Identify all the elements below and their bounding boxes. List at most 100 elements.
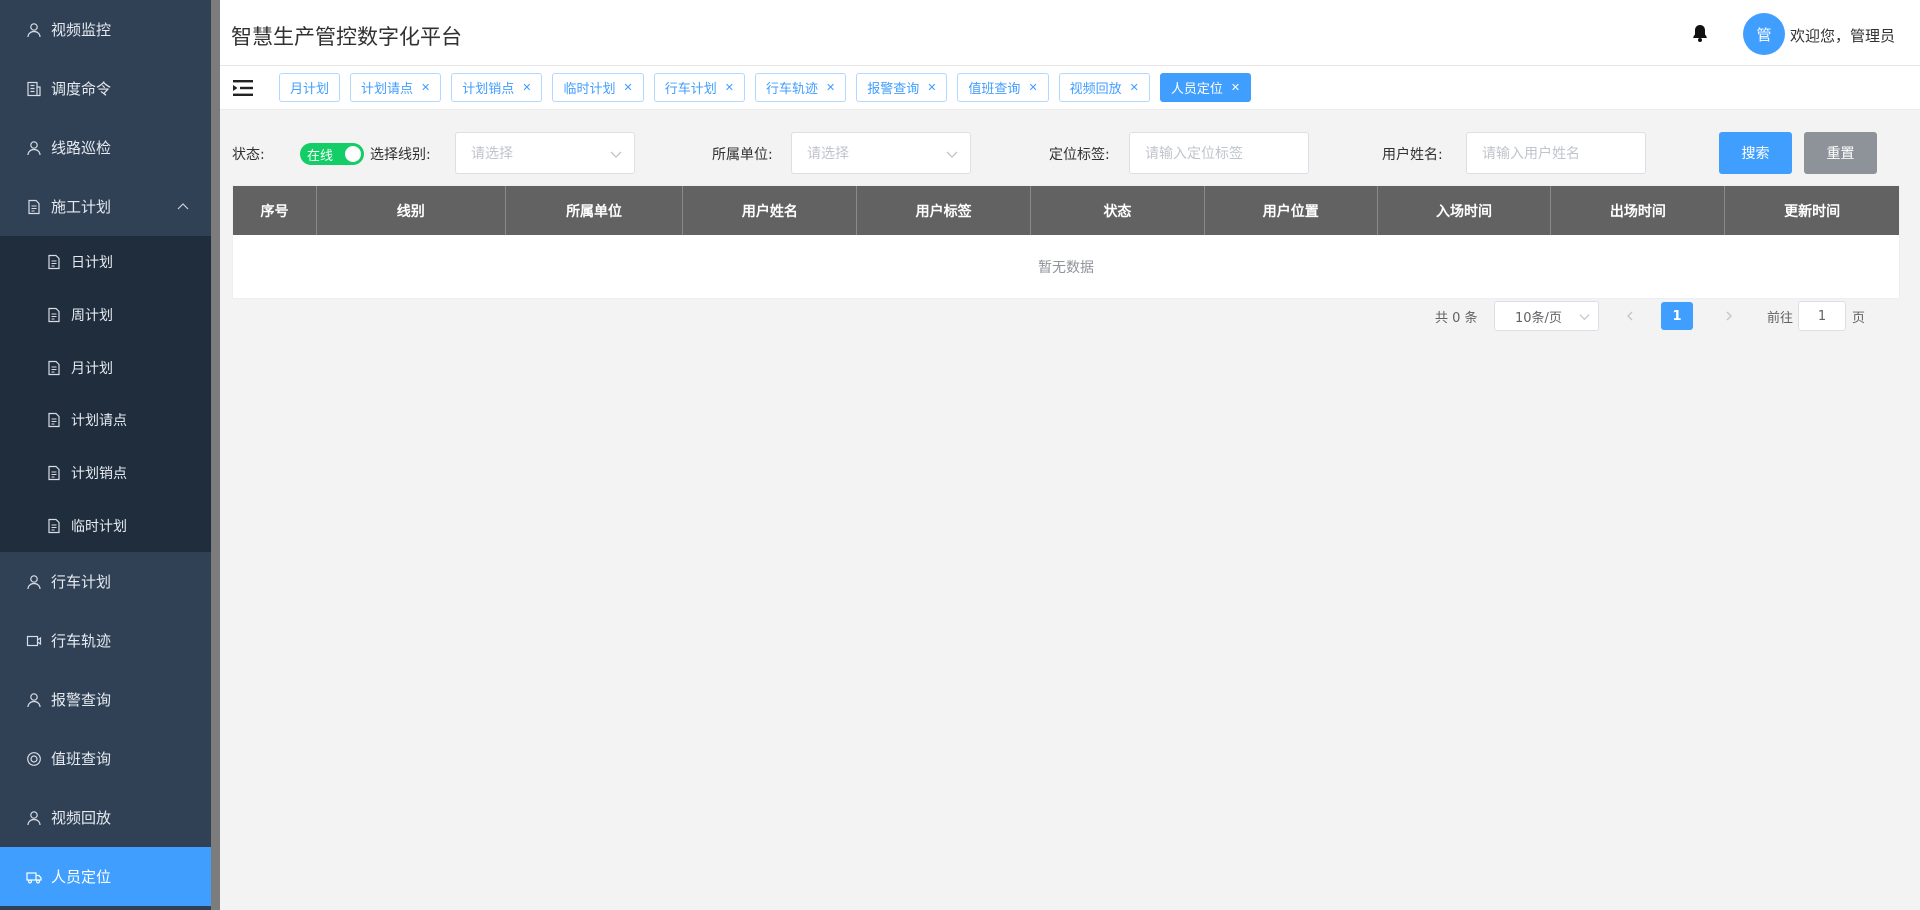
sidebar-item[interactable]: 值班查询 (0, 729, 211, 788)
reset-button[interactable]: 重置 (1804, 132, 1877, 174)
sidebar: 视频监控调度命令线路巡检施工计划日计划周计划月计划计划请点计划销点临时计划行车计… (0, 0, 211, 910)
sidebar-item-label: 值班查询 (51, 750, 112, 769)
tab-tag-label: 报警查询 (867, 82, 920, 97)
close-icon[interactable]: ✕ (421, 81, 430, 94)
page-size-select[interactable]: 10条/页 (1494, 301, 1599, 331)
document-icon (46, 518, 62, 534)
sidebar-item-label: 施工计划 (51, 198, 112, 216)
app-title: 智慧生产管控数字化平台 (231, 25, 462, 49)
document-icon (46, 412, 62, 428)
name-input-placeholder: 请输入用户姓名 (1482, 146, 1580, 162)
close-icon[interactable]: ✕ (826, 81, 835, 94)
tab-tag[interactable]: 报警查询 ✕ (856, 73, 948, 102)
prev-page-button[interactable] (1620, 305, 1640, 327)
table-column-header: 出场时间 (1551, 186, 1726, 235)
line-label: 选择线别: (370, 147, 431, 163)
tab-tag[interactable]: 计划请点 ✕ (350, 73, 442, 102)
close-icon[interactable]: ✕ (522, 81, 531, 94)
table-column-header: 线别 (317, 186, 506, 235)
page-number[interactable]: 1 (1661, 302, 1693, 330)
data-table: 序号 线别 所属单位 用户姓名 用户标签 状态 用户位置 入场时间 出场时间 更新时间 暂无数据 (232, 185, 1900, 299)
sidebar-item[interactable]: 临时计划 (0, 499, 211, 552)
close-icon[interactable]: ✕ (1130, 81, 1139, 94)
close-icon[interactable]: ✕ (1028, 81, 1037, 94)
user-icon (26, 22, 42, 38)
line-select[interactable]: 请选择 (455, 132, 635, 174)
user-icon (26, 692, 42, 708)
menu-collapse-icon[interactable] (233, 79, 253, 97)
tab-tag[interactable]: 计划销点 ✕ (451, 73, 543, 102)
welcome-text: 欢迎您，管理员 (1790, 27, 1896, 45)
sidebar-item[interactable]: 月计划 (0, 341, 211, 394)
sidebar-item-label: 视频监控 (51, 21, 112, 39)
sidebar-item[interactable]: 周计划 (0, 289, 211, 342)
close-icon[interactable]: ✕ (1231, 81, 1240, 94)
lifebuoy-icon (26, 751, 42, 767)
status-switch[interactable]: 在线 (300, 143, 364, 165)
avatar[interactable]: 管 (1743, 13, 1785, 55)
sidebar-item-label: 人员定位 (51, 868, 112, 887)
tab-tag[interactable]: 临时计划 ✕ (552, 73, 644, 102)
bell-icon[interactable] (1690, 23, 1710, 43)
tags-list: 月计划✕计划请点✕计划销点✕临时计划✕行车计划✕行车轨迹✕报警查询✕值班查询✕视… (279, 73, 1261, 102)
sidebar-item-label: 临时计划 (71, 518, 127, 535)
goto-input[interactable]: 1 (1798, 301, 1846, 331)
sidebar-item-label: 计划请点 (71, 413, 127, 430)
close-icon[interactable]: ✕ (624, 81, 633, 94)
user-icon (26, 810, 42, 826)
filter-form: 状态: 在线 选择线别: 请选择 所属单位: 请选择 定位标签: 请输入定位标签… (232, 132, 1912, 174)
sidebar-item[interactable]: 人员定位 (0, 847, 211, 907)
table-column-header: 用户位置 (1205, 186, 1378, 235)
next-page-button[interactable] (1719, 305, 1739, 327)
status-label: 状态: (232, 147, 265, 163)
sidebar-item[interactable]: 日计划 (0, 236, 211, 289)
tab-tag[interactable]: 视频回放 ✕ (1058, 73, 1150, 102)
tab-tag-label: 视频回放 (1069, 82, 1122, 97)
tab-tag[interactable]: 行车计划 ✕ (653, 73, 745, 102)
sidebar-item-label: 月计划 (71, 360, 113, 377)
sidebar-item-label: 周计划 (71, 308, 113, 325)
main-area: 智慧生产管控数字化平台 管 欢迎您，管理员 月计划✕计划请点✕计划销点✕临时计划… (220, 0, 1920, 910)
building-icon (26, 81, 42, 97)
name-label: 用户姓名: (1382, 147, 1443, 163)
sidebar-item-label: 调度命令 (51, 80, 112, 98)
sidebar-item[interactable]: 调度命令 (0, 59, 211, 118)
document-icon (46, 307, 62, 323)
chevron-left-icon (1627, 311, 1633, 321)
table-column-header: 状态 (1031, 186, 1205, 235)
sidebar-item[interactable]: 行车轨迹 (0, 611, 211, 670)
name-input[interactable]: 请输入用户姓名 (1466, 132, 1646, 174)
sidebar-scrollbar[interactable] (211, 0, 220, 910)
sidebar-item[interactable]: 报警查询 (0, 670, 211, 729)
chevron-down-icon (610, 151, 622, 158)
sidebar-item[interactable]: 计划销点 (0, 447, 211, 500)
goto-label: 前往 (1767, 311, 1794, 326)
document-icon (26, 199, 42, 215)
pagination: 共 0 条 10条/页 1 前往 1 页 (220, 301, 1920, 331)
sidebar-submenu: 日计划周计划月计划计划请点计划销点临时计划 (0, 236, 211, 553)
tab-tag[interactable]: 行车轨迹 ✕ (754, 73, 847, 102)
search-button[interactable]: 搜索 (1719, 132, 1792, 174)
sidebar-item-label: 日计划 (71, 255, 113, 272)
total-count: 共 0 条 (1435, 311, 1478, 326)
sidebar-item[interactable]: 计划请点 (0, 394, 211, 447)
sidebar-item-label: 线路巡检 (51, 139, 112, 157)
sidebar-group-construction-plan[interactable]: 施工计划 (0, 177, 211, 236)
tab-tag[interactable]: 值班查询 ✕ (957, 73, 1049, 102)
close-icon[interactable]: ✕ (725, 81, 734, 94)
status-switch-text: 在线 (307, 148, 334, 164)
tab-tag[interactable]: 人员定位 ✕ (1159, 73, 1252, 102)
tag-input[interactable]: 请输入定位标签 (1129, 132, 1309, 174)
tab-tag-label: 计划请点 (361, 82, 414, 97)
sidebar-item[interactable]: 视频监控 (0, 0, 211, 59)
document-icon (46, 360, 62, 376)
switch-knob (345, 146, 361, 162)
table-column-header: 序号 (233, 186, 317, 235)
sidebar-item[interactable]: 视频回放 (0, 788, 211, 847)
unit-select[interactable]: 请选择 (791, 132, 971, 174)
sidebar-item[interactable]: 行车计划 (0, 552, 211, 611)
close-icon[interactable]: ✕ (927, 81, 936, 94)
line-select-placeholder: 请选择 (471, 146, 513, 162)
sidebar-item[interactable]: 线路巡检 (0, 118, 211, 177)
tab-tag[interactable]: 月计划✕ (279, 73, 341, 102)
